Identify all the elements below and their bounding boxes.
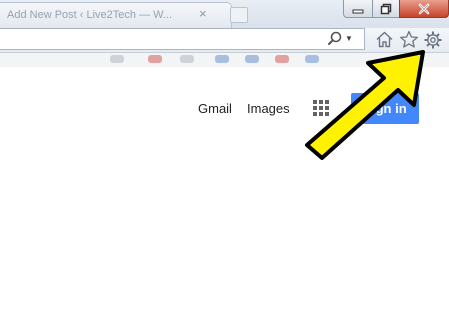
images-link[interactable]: Images xyxy=(247,101,290,116)
tab-title: Add New Post ‹ Live2Tech — W... xyxy=(7,9,173,21)
gmail-link[interactable]: Gmail xyxy=(198,101,232,116)
favorite-item[interactable] xyxy=(215,55,229,63)
title-bar: Add New Post ‹ Live2Tech — W... × xyxy=(0,0,449,28)
favorite-item[interactable] xyxy=(148,55,162,63)
favorite-item[interactable] xyxy=(275,55,289,63)
browser-tab[interactable]: Add New Post ‹ Live2Tech — W... × xyxy=(0,2,232,28)
tab-close-button[interactable]: × xyxy=(199,6,207,21)
navigation-bar: ▼ xyxy=(0,28,449,53)
restore-icon xyxy=(380,3,392,14)
apps-grid-icon[interactable] xyxy=(313,100,329,116)
favorite-item[interactable] xyxy=(110,55,124,63)
favorites-bar xyxy=(0,53,449,67)
chevron-down-icon[interactable]: ▼ xyxy=(345,34,353,43)
restore-button[interactable] xyxy=(372,0,400,18)
search-icon[interactable] xyxy=(327,31,343,47)
gear-icon[interactable] xyxy=(423,30,443,50)
sign-in-button[interactable]: Sign in xyxy=(351,93,419,124)
close-icon xyxy=(418,3,430,14)
minimize-icon xyxy=(352,9,364,13)
new-tab-button[interactable] xyxy=(230,7,248,23)
favorite-item[interactable] xyxy=(305,55,319,63)
close-window-button[interactable] xyxy=(399,0,449,18)
home-icon[interactable] xyxy=(375,30,394,49)
address-bar[interactable]: ▼ xyxy=(0,28,365,50)
favorite-item[interactable] xyxy=(180,55,194,63)
minimize-button[interactable] xyxy=(343,0,373,18)
star-icon[interactable] xyxy=(399,30,419,49)
favorite-item[interactable] xyxy=(245,55,259,63)
